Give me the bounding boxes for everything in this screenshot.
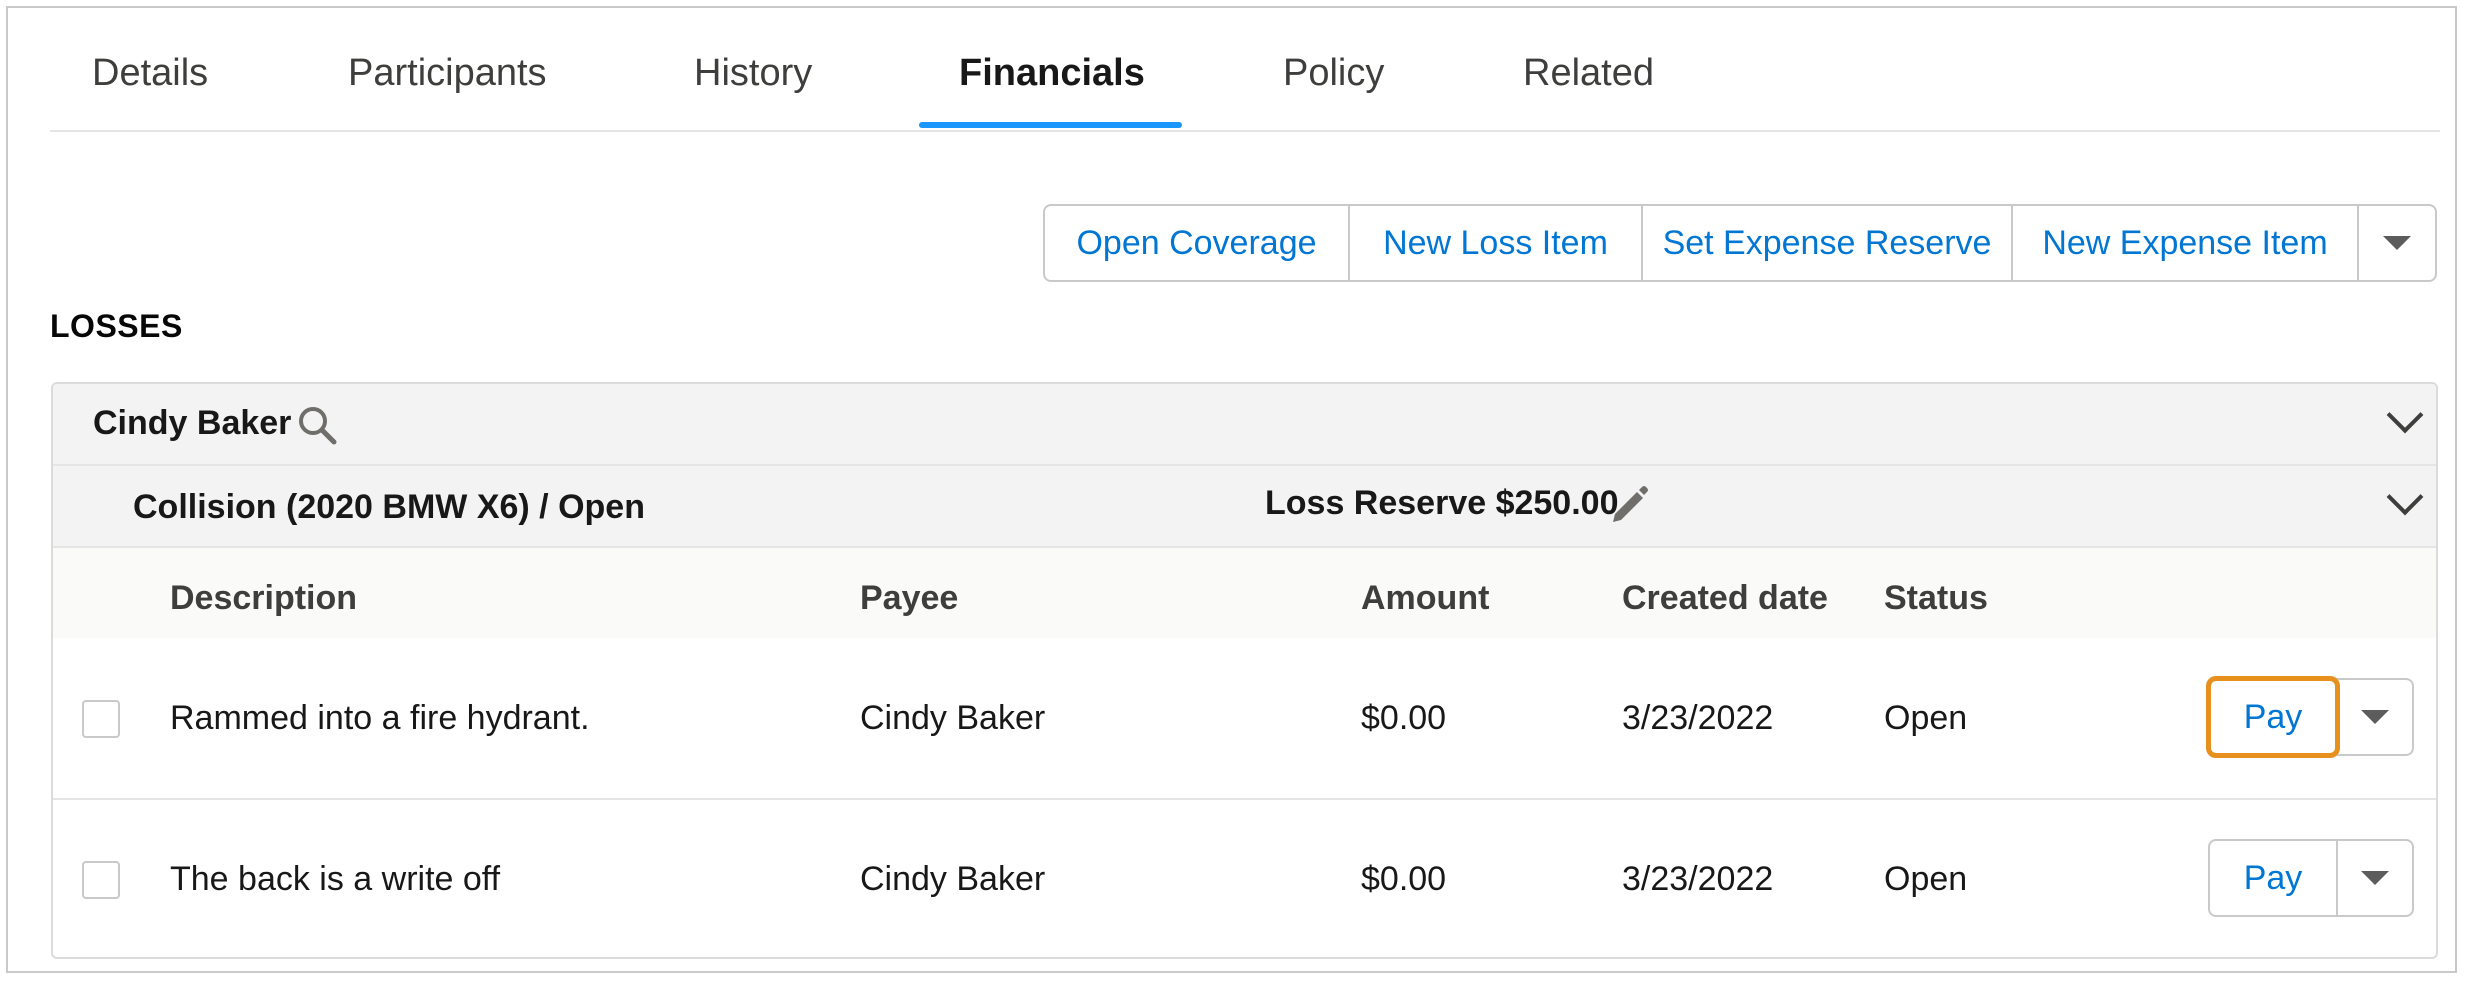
created-date-cell: 3/23/2022 — [1622, 698, 1774, 737]
more-actions-button[interactable] — [2359, 206, 2435, 280]
new-loss-item-button[interactable]: New Loss Item — [1350, 206, 1643, 280]
caret-down-icon — [2361, 710, 2389, 724]
description-cell: Rammed into a fire hydrant. — [170, 698, 590, 737]
chevron-down-icon[interactable] — [2386, 478, 2424, 516]
payee-cell: Cindy Baker — [860, 859, 1046, 898]
losses-card: Cindy Baker Collision (2020 BMW X6) / Op… — [51, 382, 2438, 959]
row-checkbox[interactable] — [82, 700, 120, 738]
search-icon[interactable] — [296, 404, 338, 446]
tab-bar: Details Participants History Financials … — [50, 8, 2440, 132]
tab-history[interactable]: History — [694, 52, 812, 95]
row-checkbox[interactable] — [82, 861, 120, 899]
app-frame: Details Participants History Financials … — [6, 6, 2457, 973]
open-coverage-button[interactable]: Open Coverage — [1045, 206, 1350, 280]
tab-details[interactable]: Details — [92, 52, 208, 95]
pay-button[interactable]: Pay — [2210, 841, 2338, 915]
column-header-amount: Amount — [1361, 579, 1490, 617]
description-cell: The back is a write off — [170, 859, 501, 898]
table-row: The back is a write off Cindy Baker $0.0… — [53, 799, 2436, 957]
section-title: LOSSES — [50, 308, 183, 344]
tab-financials[interactable]: Financials — [959, 52, 1145, 95]
column-header-payee: Payee — [860, 579, 959, 617]
created-date-cell: 3/23/2022 — [1622, 859, 1774, 898]
pencil-icon[interactable] — [1609, 482, 1649, 524]
amount-cell: $0.00 — [1361, 698, 1447, 737]
coverage-title: Collision (2020 BMW X6) / Open — [133, 488, 645, 526]
pay-button-group: Pay — [2208, 839, 2414, 917]
row-actions-menu[interactable] — [2338, 841, 2412, 915]
tab-participants[interactable]: Participants — [348, 52, 547, 95]
pay-button-group: Pay — [2206, 676, 2414, 758]
status-cell: Open — [1884, 698, 1968, 737]
claimant-header[interactable]: Cindy Baker — [53, 384, 2436, 466]
set-expense-reserve-button[interactable]: Set Expense Reserve — [1643, 206, 2013, 280]
new-expense-item-button[interactable]: New Expense Item — [2013, 206, 2359, 280]
claimant-name: Cindy Baker — [93, 404, 292, 442]
payee-cell: Cindy Baker — [860, 698, 1046, 737]
tab-related[interactable]: Related — [1523, 52, 1654, 95]
column-header-created-date: Created date — [1622, 579, 1828, 617]
table-row: Rammed into a fire hydrant. Cindy Baker … — [53, 638, 2436, 800]
pay-button[interactable]: Pay — [2206, 676, 2340, 758]
caret-down-icon — [2383, 236, 2411, 250]
column-header-description: Description — [170, 579, 358, 617]
coverage-header[interactable]: Collision (2020 BMW X6) / Open Loss Rese… — [53, 466, 2436, 548]
loss-reserve: Loss Reserve $250.00 — [1265, 484, 1619, 522]
table-header — [53, 548, 2436, 638]
chevron-down-icon[interactable] — [2386, 396, 2424, 434]
row-actions-menu[interactable] — [2338, 680, 2412, 754]
caret-down-icon — [2361, 871, 2389, 885]
tab-policy[interactable]: Policy — [1283, 52, 1384, 95]
column-header-status: Status — [1884, 579, 1988, 617]
amount-cell: $0.00 — [1361, 859, 1447, 898]
active-tab-indicator — [919, 122, 1182, 128]
status-cell: Open — [1884, 859, 1968, 898]
financial-actions: Open Coverage New Loss Item Set Expense … — [1043, 204, 2437, 282]
